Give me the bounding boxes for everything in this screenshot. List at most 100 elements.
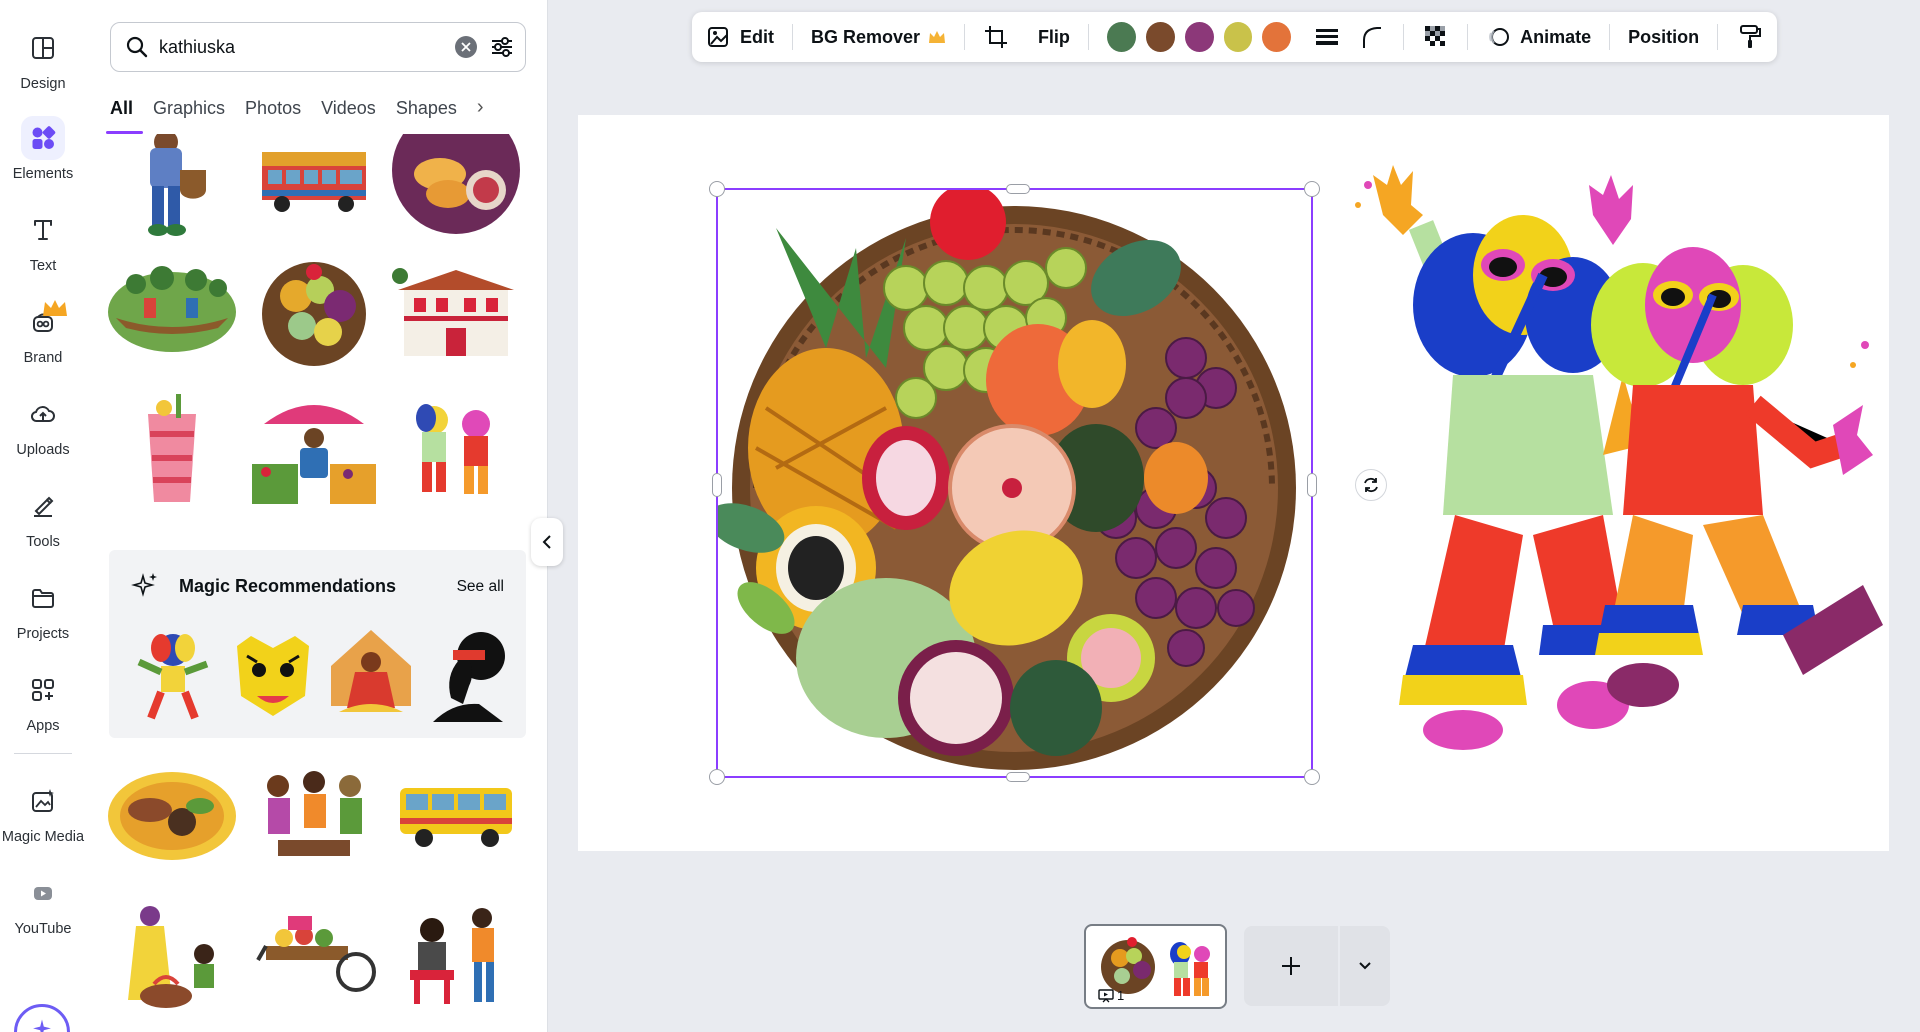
sidebar-label-projects: Projects [16,626,70,642]
sidebar-item-projects[interactable]: Projects [0,570,86,658]
recommendation-carnival-queen[interactable] [325,626,417,722]
resize-handle-bottom[interactable] [1006,772,1030,782]
result-colonial-house[interactable] [390,254,522,366]
flip-button[interactable]: Flip [1038,27,1070,48]
transparency-button[interactable] [1422,23,1449,51]
sidebar-item-apps[interactable]: Apps [0,662,86,750]
result-canoe-farmers[interactable] [106,254,238,366]
sidebar-item-youtube[interactable]: YouTube [0,865,86,953]
sidebar-item-design[interactable]: Design [0,20,86,108]
sidebar-item-text[interactable]: Text [0,202,86,290]
recommendation-carnival-marimonda[interactable] [127,626,219,722]
crop-button[interactable] [983,23,1010,51]
rotate-icon [1364,477,1378,493]
tab-all[interactable]: All [105,92,144,134]
result-yellow-bus[interactable] [390,760,522,872]
sidebar-label-uploads: Uploads [16,442,70,458]
magic-assistant-button[interactable] [14,1004,70,1032]
search-box[interactable] [110,22,526,72]
copy-style-button[interactable] [1736,23,1763,51]
chevron-down-icon [1359,962,1371,970]
brand-icon [21,300,67,344]
sidebar-item-tools[interactable]: Tools [0,478,86,566]
animate-icon [1489,28,1510,46]
left-navigation-rail: Design Elements Text Brand Uploads Tools [0,0,86,1032]
corner-rounding-button[interactable] [1358,23,1385,51]
result-fruit-basket[interactable] [248,254,380,366]
sidebar-label-apps: Apps [26,718,60,734]
result-fruit-juice-cup[interactable] [106,394,238,506]
sidebar-item-magic-media[interactable]: Magic Media [0,773,86,861]
sidebar-item-brand[interactable]: Brand [0,294,86,382]
color-swatch-purple[interactable] [1184,22,1214,52]
resize-handle-top-right[interactable] [1304,181,1320,197]
recommendation-tiger-mask[interactable] [227,626,319,722]
border-style-button[interactable] [1313,23,1340,51]
color-swatch-green[interactable] [1106,22,1136,52]
result-fruit-bowl-purple[interactable] [390,134,522,246]
result-plate-of-food[interactable] [106,760,238,872]
rotate-handle[interactable] [1355,469,1387,501]
color-swatch-orange[interactable] [1262,22,1292,52]
result-carnival-dancers[interactable] [390,394,522,506]
tools-icon [21,484,65,528]
result-market-vendor[interactable] [248,394,380,506]
resize-handle-bottom-left[interactable] [709,769,725,785]
result-chiva-bus[interactable] [248,134,380,246]
resize-handle-top-left[interactable] [709,181,725,197]
resize-handle-top[interactable] [1006,184,1030,194]
see-all-link[interactable]: See all [457,578,504,596]
presentation-icon [1098,988,1114,1002]
edit-image-button[interactable]: Edit [706,24,774,50]
image-edit-icon [708,27,728,47]
magic-recommendations-title: Magic Recommendations [179,576,397,596]
selection-frame [709,181,1320,785]
resize-handle-left[interactable] [712,473,722,497]
recommendation-woman-with-headwrap[interactable] [423,626,515,722]
animate-label: Animate [1520,26,1592,47]
tab-shapes[interactable]: Shapes [396,92,457,134]
chevron-left-icon [542,535,551,549]
sparkles-icon [131,573,157,597]
add-page-options-button[interactable] [1340,926,1390,1006]
resize-handle-bottom-right[interactable] [1304,769,1320,785]
filter-icon[interactable] [489,34,515,60]
result-farmer-with-basket[interactable] [106,134,238,246]
resize-handle-right[interactable] [1307,473,1317,497]
bg-remover-label: BG Remover [810,26,921,47]
color-swatch-brown[interactable] [1145,22,1175,52]
toolbar-divider [1087,24,1089,50]
result-barber-shop[interactable] [390,900,522,1012]
tabs-next-arrow[interactable]: › [477,92,484,119]
result-kids-playing[interactable] [248,760,380,872]
search-icon [126,36,148,58]
plus-icon [1282,957,1300,975]
tab-photos[interactable]: Photos [245,92,301,134]
rail-divider [14,753,72,754]
position-button[interactable]: Position [1628,27,1699,48]
collapse-panel-button[interactable] [531,518,563,566]
search-input[interactable] [159,36,455,58]
context-toolbar: Edit BG Remover Flip Animate Position [692,12,1777,62]
toolbar-divider [1609,24,1611,50]
sidebar-item-elements[interactable]: Elements [0,110,86,198]
sidebar-item-uploads[interactable]: Uploads [0,386,86,474]
color-swatch-olive[interactable] [1223,22,1253,52]
edit-label: Edit [740,26,774,47]
tab-graphics[interactable]: Graphics [153,92,225,134]
page-number: 1 [1098,988,1124,1003]
tab-videos[interactable]: Videos [321,92,376,134]
bg-remover-button[interactable]: BG Remover [811,27,946,48]
page-thumbnail[interactable]: 1 [1084,924,1227,1009]
carnival-dancers-illustration[interactable] [1343,155,1883,755]
magic-media-icon [21,779,65,823]
clear-search-button[interactable] [455,36,477,58]
sidebar-label-design: Design [20,76,66,92]
corner-radius-icon [1362,27,1381,48]
sidebar-label-text: Text [29,258,57,274]
youtube-icon [21,871,65,915]
result-woman-cooking[interactable] [106,900,238,1012]
animate-button[interactable]: Animate [1486,24,1591,50]
result-fruit-cart[interactable] [248,900,380,1012]
add-page-button[interactable] [1244,926,1338,1006]
